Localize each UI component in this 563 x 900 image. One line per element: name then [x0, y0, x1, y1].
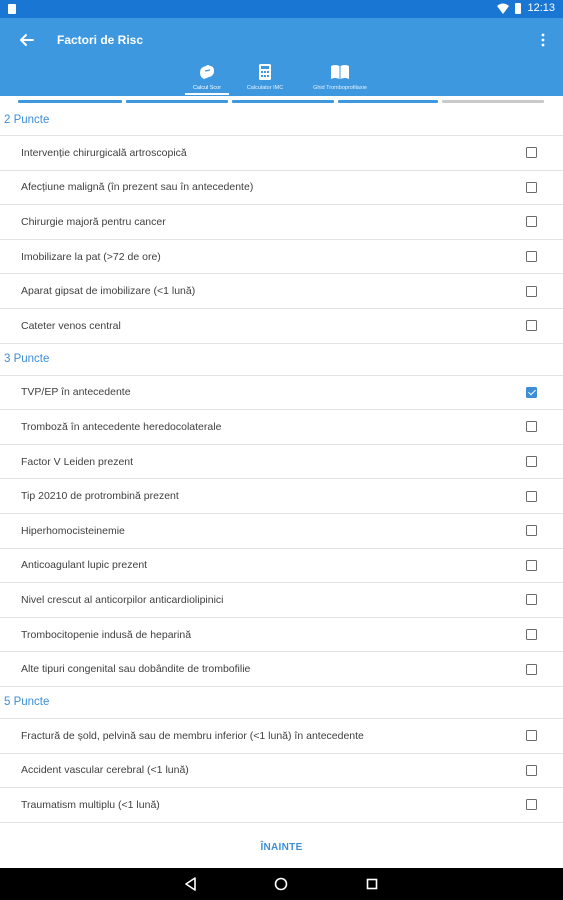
progress-step-4	[338, 100, 438, 103]
nav-home-icon[interactable]	[273, 876, 289, 892]
item-label: Cateter venos central	[21, 319, 121, 332]
list-item[interactable]: Chirurgie majoră pentru cancer	[0, 205, 563, 240]
checkbox[interactable]	[526, 559, 537, 571]
section-heading: 5 Puncte	[0, 687, 563, 719]
item-label: Alte tipuri congenital sau dobândite de …	[21, 663, 251, 676]
checkbox[interactable]	[526, 421, 537, 433]
checkbox[interactable]	[526, 456, 537, 468]
list-item[interactable]: Afecțiune malignă (în prezent sau în ant…	[0, 171, 563, 206]
tab-bar: Calcul Scor Calculator IMC Ghid Trombopr…	[0, 62, 563, 96]
list-item[interactable]: Imobilizare la pat (>72 de ore)	[0, 240, 563, 275]
wifi-icon	[497, 3, 510, 14]
item-label: Tromboză în antecedente heredocolaterale	[21, 420, 222, 433]
item-label: Imobilizare la pat (>72 de ore)	[21, 250, 161, 263]
section-heading: 3 Puncte	[0, 344, 563, 376]
tab-label: Calcul Scor	[192, 85, 222, 91]
checkbox[interactable]	[526, 251, 537, 263]
item-label: Anticoagulant lupic prezent	[21, 559, 148, 572]
checkbox[interactable]	[526, 181, 537, 193]
risk-factor-list: 2 Puncte Intervenție chirurgicală artros…	[0, 104, 563, 826]
list-item[interactable]: Hiperhomocisteinemie	[0, 514, 563, 549]
status-time: 12:13	[527, 2, 555, 14]
checkbox[interactable]	[526, 525, 537, 537]
checkbox[interactable]	[526, 730, 537, 742]
checkbox[interactable]	[526, 799, 537, 811]
step-progress	[0, 96, 563, 104]
list-item[interactable]: Factor V Leiden prezent	[0, 445, 563, 480]
item-label: Aparat gipsat de imobilizare (<1 lună)	[21, 285, 196, 298]
item-label: Hiperhomocisteinemie	[21, 524, 125, 537]
item-label: Traumatism multiplu (<1 lună)	[21, 798, 160, 811]
list-item[interactable]: Nivel crescut al anticorpilor anticardio…	[0, 583, 563, 618]
page-title: Factori de Risc	[57, 33, 144, 47]
item-label: Factor V Leiden prezent	[21, 455, 134, 468]
list-item[interactable]: Aparat gipsat de imobilizare (<1 lună)	[0, 274, 563, 309]
footer: ÎNAINTE	[0, 826, 563, 868]
item-label: Trombocitopenie indusă de heparină	[21, 628, 192, 641]
list-item[interactable]: Cateter venos central	[0, 309, 563, 344]
item-label: Fractură de șold, pelvină sau de membru …	[21, 729, 364, 742]
progress-step-5	[442, 100, 544, 103]
tab-calcul-scor[interactable]: Calcul Scor	[184, 62, 230, 95]
item-label: Tip 20210 de protrombină prezent	[21, 490, 179, 503]
progress-step-2	[126, 100, 228, 103]
list-item[interactable]: Anticoagulant lupic prezent	[0, 549, 563, 584]
checkbox[interactable]	[526, 386, 537, 398]
more-vert-icon[interactable]	[541, 33, 545, 47]
list-item[interactable]: Traumatism multiplu (<1 lună)	[0, 788, 563, 823]
list-item[interactable]: Alte tipuri congenital sau dobândite de …	[0, 652, 563, 687]
sim-card-icon	[8, 4, 16, 14]
progress-step-1	[18, 100, 122, 103]
list-item[interactable]: Trombocitopenie indusă de heparină	[0, 618, 563, 653]
checkbox[interactable]	[526, 629, 537, 641]
system-nav-bar	[0, 868, 563, 900]
battery-icon	[515, 2, 522, 14]
progress-step-3	[232, 100, 334, 103]
checkbox[interactable]	[526, 147, 537, 159]
tab-label: Ghid Tromboprofilaxie	[313, 85, 367, 91]
list-item[interactable]: Accident vascular cerebral (<1 lună)	[0, 754, 563, 789]
next-button[interactable]: ÎNAINTE	[260, 842, 302, 853]
item-label: TVP/EP în antecedente	[21, 386, 131, 399]
clipboard-icon	[200, 65, 214, 79]
checkbox[interactable]	[526, 490, 537, 502]
tab-ghid-tromboprofilaxie[interactable]: Ghid Tromboprofilaxie	[304, 62, 376, 91]
section-heading: 2 Puncte	[0, 104, 563, 136]
item-label: Intervenție chirurgicală artroscopică	[21, 146, 187, 159]
list-item[interactable]: Intervenție chirurgicală artroscopică	[0, 136, 563, 171]
checkbox[interactable]	[526, 663, 537, 675]
book-icon	[331, 65, 349, 79]
nav-recents-icon[interactable]	[364, 876, 380, 892]
checkbox[interactable]	[526, 285, 537, 297]
checkbox[interactable]	[526, 320, 537, 332]
list-item[interactable]: Fractură de șold, pelvină sau de membru …	[0, 719, 563, 754]
checkbox[interactable]	[526, 764, 537, 776]
item-label: Accident vascular cerebral (<1 lună)	[21, 764, 189, 777]
nav-back-icon[interactable]	[183, 876, 199, 892]
app-bar: Factori de Risc Calcul Scor Calculator I…	[0, 18, 563, 96]
calculator-icon	[259, 64, 271, 80]
checkbox[interactable]	[526, 594, 537, 606]
status-bar: 12:13	[0, 0, 563, 18]
tab-label: Calculator IMC	[246, 85, 284, 91]
list-item[interactable]: Tromboză în antecedente heredocolaterale	[0, 410, 563, 445]
item-label: Chirurgie majoră pentru cancer	[21, 215, 166, 228]
list-item[interactable]: Tip 20210 de protrombină prezent	[0, 479, 563, 514]
item-label: Afecțiune malignă (în prezent sau în ant…	[21, 181, 254, 194]
item-label: Nivel crescut al anticorpilor anticardio…	[21, 593, 224, 606]
tab-calculator-imc[interactable]: Calculator IMC	[240, 62, 290, 91]
list-item[interactable]: TVP/EP în antecedente	[0, 376, 563, 411]
checkbox[interactable]	[526, 216, 537, 228]
arrow-left-icon[interactable]	[17, 30, 37, 50]
